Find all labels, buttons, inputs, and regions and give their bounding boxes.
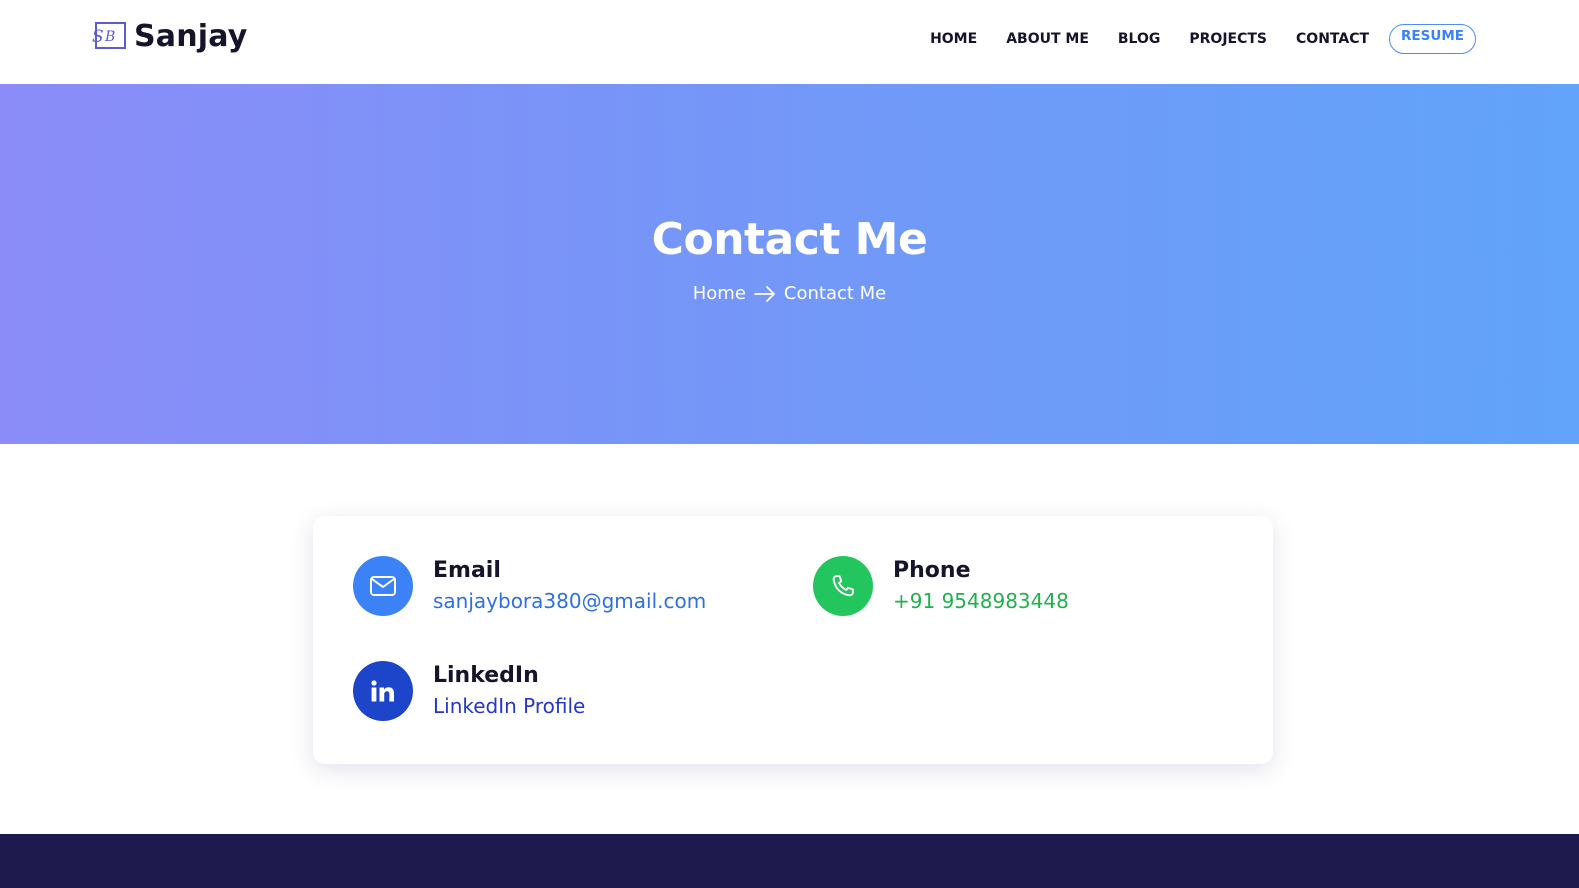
email-link[interactable]: sanjaybora380@gmail.com: [433, 586, 706, 616]
breadcrumb: Home Contact Me: [0, 283, 1579, 304]
email-label: Email: [433, 558, 501, 583]
main-nav: HOME ABOUT ME BLOG PROJECTS CONTACT RESU…: [930, 24, 1476, 54]
linkedin-icon-badge: [353, 661, 413, 721]
contact-card: Email sanjaybora380@gmail.com Phone +91 …: [313, 516, 1273, 764]
sb-monogram-icon: S B: [92, 22, 126, 49]
arrow-right-icon: [753, 285, 775, 302]
breadcrumb-current: Contact Me: [783, 283, 887, 304]
site-footer: [0, 834, 1579, 888]
linkedin-profile-link[interactable]: LinkedIn Profile: [433, 691, 585, 721]
phone-link[interactable]: +91 9548983448: [893, 586, 1069, 616]
email-text: Email sanjaybora380@gmail.com: [433, 556, 706, 616]
resume-button[interactable]: RESUME: [1389, 24, 1476, 54]
email-icon-badge: [353, 556, 413, 616]
brand-name: Sanjay: [134, 19, 248, 54]
linkedin-icon: [371, 680, 394, 702]
phone-label: Phone: [893, 558, 971, 583]
nav-item-about-me[interactable]: ABOUT ME: [1006, 24, 1089, 54]
nav-item-projects[interactable]: PROJECTS: [1189, 24, 1267, 54]
svg-text:S: S: [92, 27, 104, 47]
brand-logo-link[interactable]: S B Sanjay: [90, 17, 248, 57]
hero-banner: Contact Me Home Contact Me: [0, 84, 1579, 444]
linkedin-text: LinkedIn LinkedIn Profile: [433, 661, 585, 721]
contact-item-linkedin: LinkedIn LinkedIn Profile: [353, 661, 585, 721]
page-title: Contact Me: [651, 214, 928, 265]
phone-icon: [832, 575, 854, 597]
svg-text:B: B: [104, 29, 115, 45]
breadcrumb-home-link[interactable]: Home: [693, 283, 746, 304]
site-header: S B Sanjay HOME ABOUT ME BLOG PROJECTS C…: [0, 0, 1579, 84]
phone-text: Phone +91 9548983448: [893, 556, 1069, 616]
contact-item-phone: Phone +91 9548983448: [813, 556, 1069, 616]
contact-item-email: Email sanjaybora380@gmail.com: [353, 556, 706, 616]
mail-icon: [370, 576, 396, 596]
nav-item-contact[interactable]: CONTACT: [1296, 24, 1369, 54]
phone-icon-badge: [813, 556, 873, 616]
nav-item-home[interactable]: HOME: [930, 24, 977, 54]
nav-item-blog[interactable]: BLOG: [1118, 24, 1161, 54]
linkedin-label: LinkedIn: [433, 663, 539, 688]
